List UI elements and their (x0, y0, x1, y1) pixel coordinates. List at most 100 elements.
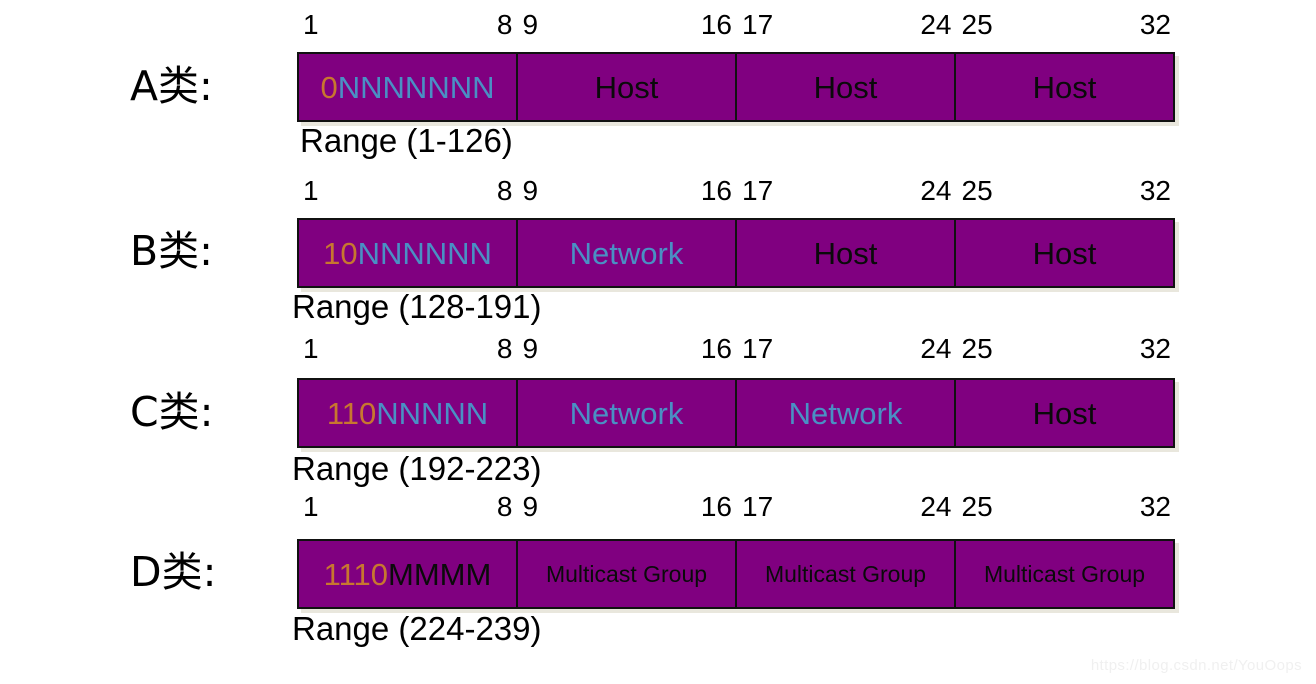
octet-text: 110NNNNN (327, 398, 488, 429)
bit-number-start: 9 (522, 175, 539, 206)
address-bar: 110NNNNN Network Network Host (297, 378, 1175, 448)
octet-prefix-bits: 10 (323, 235, 358, 271)
bit-number-end: 32 (1139, 333, 1171, 364)
octet-text: Host (595, 72, 659, 103)
octet-label: Network (569, 235, 684, 271)
bit-number-end: 24 (920, 9, 952, 40)
bit-ruler: 1 8 9 16 17 24 25 32 (297, 10, 1175, 42)
octet-label: Network (788, 395, 903, 431)
octet-text: Multicast Group (983, 560, 1146, 587)
bit-number-start: 1 (303, 491, 319, 522)
bit-number-end: 8 (496, 333, 513, 364)
octet-label: Host (813, 235, 878, 271)
bit-number-start: 17 (742, 9, 774, 40)
range-caption: Range (192-223) (292, 450, 542, 487)
ip-address-class-diagram: A类: 1 8 9 16 17 24 25 32 0NNNNNNN Host Host Host Rang… (0, 0, 1316, 684)
octet-label: Host (813, 69, 878, 105)
bit-ruler-segment: 25 32 (956, 10, 1176, 42)
bit-number-end: 16 (700, 175, 732, 206)
bit-ruler-segment: 9 16 (517, 176, 737, 208)
bit-number-end: 8 (496, 175, 513, 206)
octet-prefix-bits: 0 (320, 69, 338, 105)
address-bar: 0NNNNNNN Host Host Host (297, 52, 1175, 122)
bit-number-start: 25 (961, 175, 993, 206)
class-label: C类: (130, 388, 214, 436)
bit-ruler: 1 8 9 16 17 24 25 32 (297, 176, 1175, 208)
octet-text: Host (814, 72, 878, 103)
bit-ruler-segment: 9 16 (517, 492, 737, 524)
octet-prefix-bits: 110 (326, 395, 377, 431)
octet-text: 10NNNNNN (323, 238, 492, 269)
bit-number-end: 24 (920, 175, 952, 206)
range-caption: Range (1-126) (300, 122, 513, 159)
octet-cell: Multicast Group (518, 541, 737, 607)
octet-label: Multicast Group (764, 560, 927, 587)
octet-text: Multicast Group (545, 560, 708, 587)
bit-ruler-segment: 25 32 (956, 334, 1176, 366)
bit-ruler-segment: 18 (297, 492, 517, 524)
octet-cell: Host (956, 54, 1173, 120)
octet-cell: Network (518, 220, 737, 286)
bit-number-end: 32 (1139, 491, 1171, 522)
bit-number-end: 8 (496, 491, 513, 522)
bit-ruler-segment: 9 16 (517, 10, 737, 42)
bit-number-start: 25 (961, 333, 993, 364)
octet-label: Host (1032, 235, 1097, 271)
octet-cell: Host (956, 380, 1173, 446)
octet-label: Multicast Group (983, 560, 1146, 587)
bit-ruler-segment: 17 24 (736, 176, 956, 208)
address-bar: 1110MMMM Multicast Group Multicast Group Mu… (297, 539, 1175, 609)
octet-cell: 10NNNNNN (299, 220, 518, 286)
bit-number-start: 17 (742, 175, 774, 206)
range-caption: Range (128-191) (292, 288, 542, 325)
bit-number-start: 9 (522, 9, 539, 40)
octet-cell: 0NNNNNNN (299, 54, 518, 120)
octet-cell: Host (518, 54, 737, 120)
bit-number-end: 16 (700, 9, 732, 40)
octet-text: Network (570, 398, 684, 429)
bit-number-start: 25 (961, 491, 993, 522)
bit-number-end: 24 (920, 333, 952, 364)
bit-number-start: 9 (522, 491, 539, 522)
octet-cell: Multicast Group (956, 541, 1173, 607)
bit-ruler-segment: 25 32 (956, 492, 1176, 524)
octet-cell: Network (518, 380, 737, 446)
octet-label: Host (594, 69, 659, 105)
bit-ruler-segment: 9 16 (517, 334, 737, 366)
class-label: D类: (130, 548, 217, 596)
octet-label: NNNNNNN (337, 69, 495, 105)
bit-number-end: 24 (920, 491, 952, 522)
bit-ruler-segment: 18 (297, 10, 517, 42)
octet-label: Host (1032, 395, 1097, 431)
octet-cell: Host (956, 220, 1173, 286)
octet-label: Host (1032, 69, 1097, 105)
bit-ruler-segment: 17 24 (736, 334, 956, 366)
octet-text: Host (1033, 72, 1097, 103)
octet-text: Network (789, 398, 903, 429)
bit-ruler-segment: 17 24 (736, 492, 956, 524)
octet-label: MMMM (388, 556, 492, 592)
bit-number-end: 16 (700, 491, 732, 522)
bit-ruler: 1 8 9 16 17 24 25 32 (297, 492, 1175, 524)
octet-cell: Host (737, 220, 956, 286)
bit-number-start: 1 (303, 9, 319, 40)
bit-ruler-segment: 25 32 (956, 176, 1176, 208)
octet-label: Multicast Group (545, 560, 708, 587)
bit-ruler: 1 8 9 16 17 24 25 32 (297, 334, 1175, 366)
bit-number-start: 1 (303, 333, 319, 364)
octet-text: Network (570, 238, 684, 269)
bit-number-end: 32 (1139, 175, 1171, 206)
bit-ruler-segment: 17 24 (736, 10, 956, 42)
octet-label: NNNNNN (357, 235, 492, 271)
bit-number-start: 17 (742, 333, 774, 364)
octet-label: NNNNN (376, 395, 489, 431)
bit-number-end: 8 (496, 9, 513, 40)
range-caption: Range (224-239) (292, 610, 542, 647)
octet-prefix-bits: 1110 (323, 556, 389, 592)
class-label: B类: (130, 227, 213, 275)
address-bar: 10NNNNNN Network Host Host (297, 218, 1175, 288)
bit-number-end: 16 (700, 333, 732, 364)
octet-text: 1110MMMM (324, 559, 492, 590)
class-label: A类: (130, 62, 213, 110)
octet-text: Host (814, 238, 878, 269)
